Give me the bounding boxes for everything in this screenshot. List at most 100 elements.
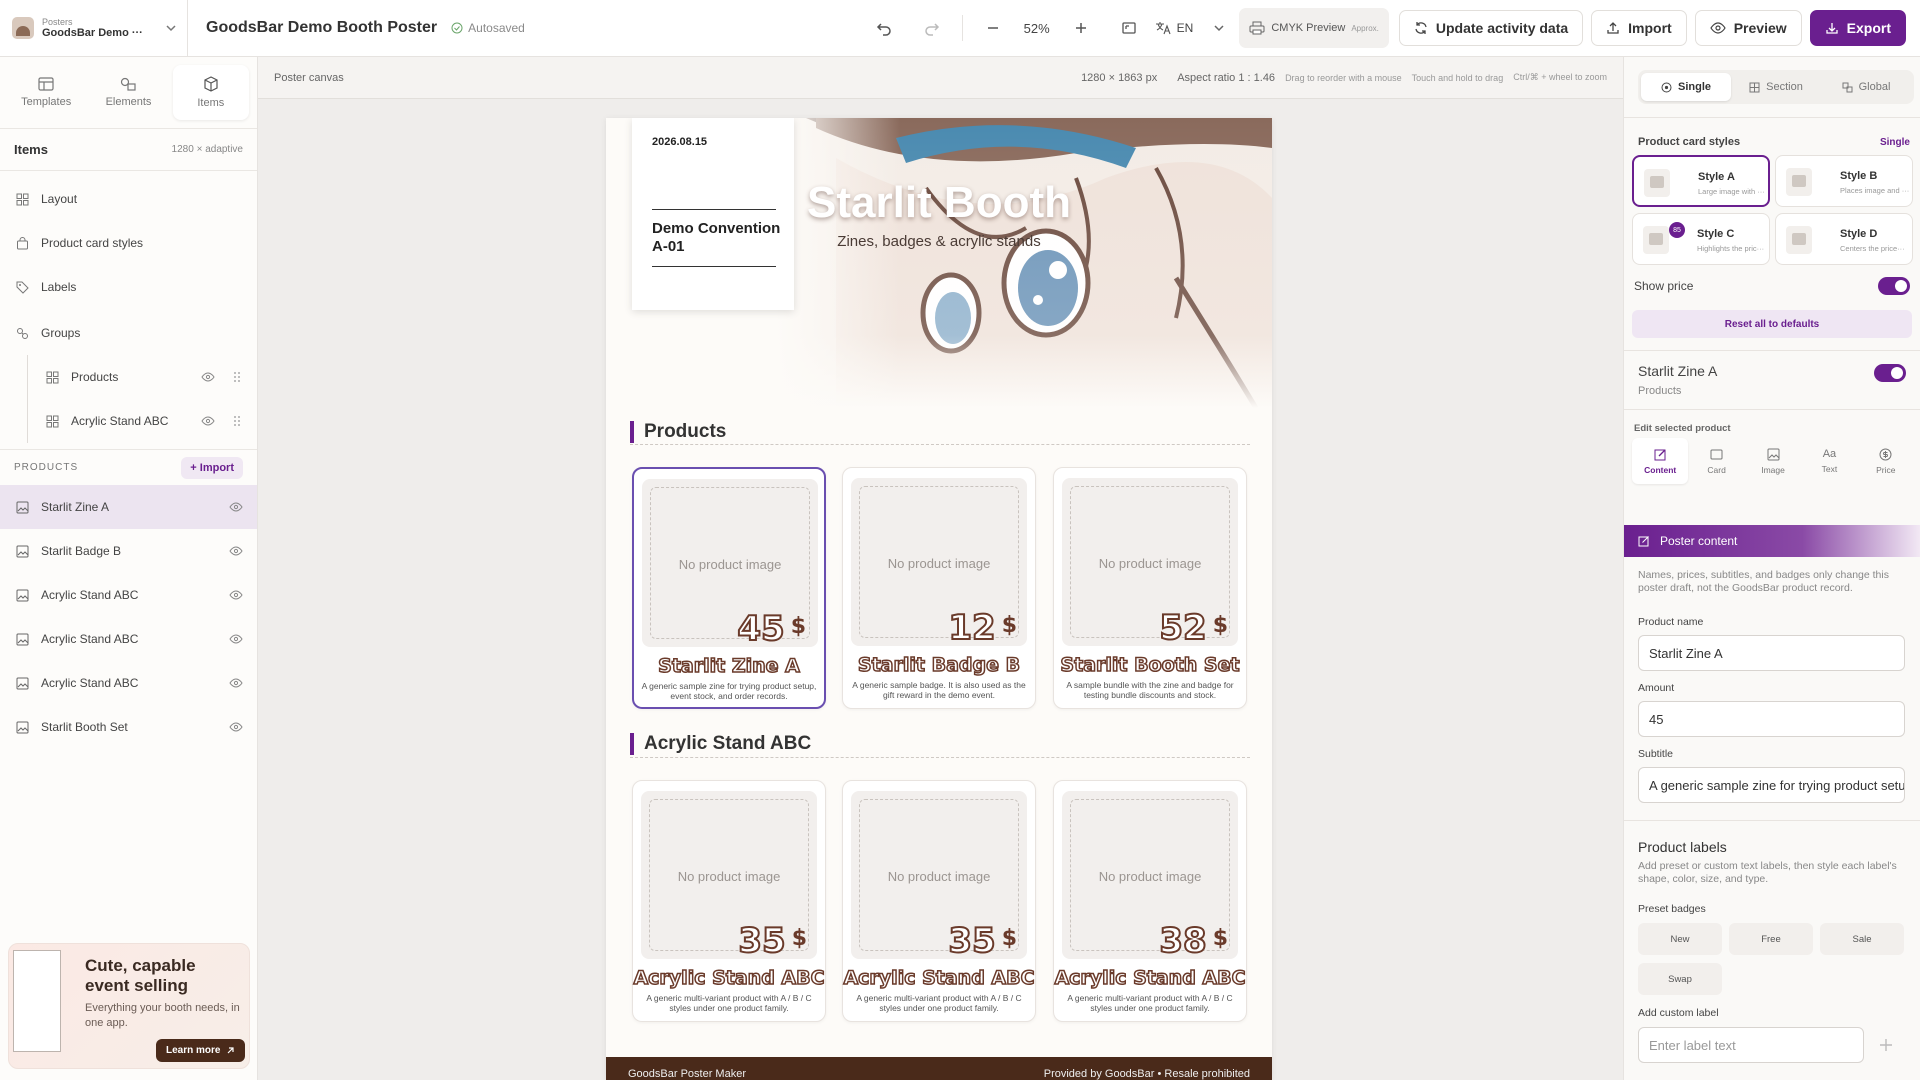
amount-input[interactable]: 45	[1638, 701, 1905, 737]
tab-elements[interactable]: Elements	[90, 65, 166, 120]
eye-icon[interactable]	[229, 678, 243, 688]
price-currency: $	[790, 614, 806, 639]
reset-defaults-button[interactable]: Reset all to defaults	[1632, 310, 1912, 338]
right-properties-panel: Single Section Global Product card style…	[1623, 57, 1920, 1080]
eye-icon[interactable]	[229, 590, 243, 600]
eye-icon[interactable]	[229, 502, 243, 512]
preset-badge-swap[interactable]: Swap	[1638, 963, 1722, 995]
zoom-in-icon[interactable]	[1063, 10, 1099, 46]
left-sidebar: Templates Elements Items Items 1280 × ad…	[0, 57, 258, 1080]
redo-icon[interactable]	[914, 10, 950, 46]
product-row[interactable]: Acrylic Stand ABC	[0, 617, 257, 661]
poster[interactable]: Starlit Booth Zines, badges & acrylic st…	[606, 118, 1272, 1080]
product-row[interactable]: Acrylic Stand ABC	[0, 573, 257, 617]
eye-icon[interactable]	[229, 546, 243, 556]
price-currency: $	[1212, 926, 1228, 951]
product-row[interactable]: Starlit Booth Set	[0, 705, 257, 749]
tab-items[interactable]: Items	[172, 65, 249, 120]
product-row[interactable]: Starlit Zine A	[0, 485, 257, 529]
tab-templates[interactable]: Templates	[8, 65, 84, 120]
eye-icon[interactable]	[201, 416, 215, 426]
update-activity-button[interactable]: Update activity data	[1398, 10, 1584, 46]
price-currency: $	[1001, 926, 1017, 951]
product-row-label: Starlit Booth Set	[41, 720, 128, 734]
scope-label: Single	[1677, 81, 1711, 93]
product-name: Starlit Zine A	[657, 654, 800, 678]
scope-global[interactable]: Global	[1821, 73, 1911, 101]
product-description: A generic multi-variant product with A /…	[646, 993, 812, 1013]
eye-icon[interactable]	[229, 634, 243, 644]
tab-content[interactable]: Content	[1632, 438, 1689, 484]
selected-product-name: Starlit Zine A	[1638, 363, 1718, 379]
style-desc: Centers the price···	[1840, 244, 1905, 253]
sidebar-item-label: Product card styles	[41, 236, 144, 250]
product-row[interactable]: Starlit Badge B	[0, 529, 257, 573]
tab-image[interactable]: Image	[1745, 438, 1801, 484]
style-option-a[interactable]: Style A Large image with ···	[1632, 155, 1770, 207]
left-tabs: Templates Elements Items	[0, 57, 257, 129]
preset-badge-sale[interactable]: Sale	[1820, 923, 1904, 955]
subtitle-input[interactable]: A generic sample zine for trying product…	[1638, 767, 1905, 803]
export-button[interactable]: Export	[1809, 10, 1906, 46]
edit-selected-label: Edit selected product	[1634, 423, 1731, 434]
show-price-toggle[interactable]	[1878, 277, 1910, 295]
section-title[interactable]: Acrylic Stand ABC	[630, 733, 811, 755]
canvas-header: Poster canvas 1280 × 1863 px Aspect rati…	[258, 57, 1623, 99]
zoom-out-icon[interactable]	[975, 10, 1011, 46]
tab-text[interactable]: Aa Text	[1801, 438, 1857, 484]
event-info-card[interactable]: 2026.08.15 Demo Convention A-01	[632, 118, 794, 310]
product-row-label: Starlit Badge B	[41, 544, 122, 558]
zoom-level[interactable]: 52%	[1011, 21, 1063, 36]
product-card[interactable]: No product image 35 $ Acrylic Stand ABC A…	[842, 780, 1036, 1022]
product-card[interactable]: No product image 45 $ Starlit Zine A A ge…	[632, 467, 826, 709]
product-card[interactable]: No product image 38 $ Acrylic Stand ABC A…	[1053, 780, 1247, 1022]
group-item-acrylic[interactable]: Acrylic Stand ABC	[0, 399, 257, 443]
product-description: A generic sample zine for trying product…	[641, 681, 817, 701]
language-selector[interactable]: EN	[1155, 21, 1226, 35]
preset-badge-new[interactable]: New	[1638, 923, 1722, 955]
drag-handle-icon[interactable]	[233, 371, 241, 383]
sidebar-item-groups[interactable]: Groups	[0, 311, 257, 355]
top-toolbar: Posters GoodsBar Demo ··· GoodsBar Demo …	[0, 0, 1920, 57]
product-description: A generic multi-variant product with A /…	[1067, 993, 1233, 1013]
sidebar-item-layout[interactable]: Layout	[0, 177, 257, 221]
scope-single[interactable]: Single	[1641, 73, 1731, 101]
product-name-input[interactable]: Starlit Zine A	[1638, 635, 1905, 671]
scope-section[interactable]: Section	[1731, 73, 1821, 101]
add-label-icon[interactable]	[1878, 1037, 1894, 1053]
style-option-c[interactable]: 85 Style C Highlights the pric···	[1632, 213, 1770, 265]
import-button[interactable]: Import	[1591, 10, 1687, 46]
product-row[interactable]: Acrylic Stand ABC	[0, 661, 257, 705]
product-card[interactable]: No product image 12 $ Starlit Badge B A g…	[842, 467, 1036, 709]
learn-more-button[interactable]: Learn more	[156, 1039, 246, 1062]
fit-screen-icon[interactable]	[1111, 10, 1147, 46]
style-option-d[interactable]: Style D Centers the price···	[1775, 213, 1913, 265]
project-switcher[interactable]: Posters GoodsBar Demo ···	[0, 0, 188, 57]
product-card[interactable]: No product image 35 $ Acrylic Stand ABC A…	[632, 780, 826, 1022]
import-products-button[interactable]: + Import	[181, 456, 243, 479]
section-title[interactable]: Products	[630, 421, 726, 443]
undo-icon[interactable]	[866, 10, 902, 46]
sidebar-item-labels[interactable]: Labels	[0, 265, 257, 309]
tab-card[interactable]: Card	[1688, 438, 1744, 484]
section-divider	[630, 757, 1250, 758]
eye-icon[interactable]	[229, 722, 243, 732]
eye-icon[interactable]	[201, 372, 215, 382]
sidebar-item-label: Layout	[41, 192, 78, 206]
preview-button[interactable]: Preview	[1694, 10, 1802, 46]
sidebar-item-label: Groups	[41, 326, 81, 340]
items-size: 1280 × adaptive	[171, 144, 243, 155]
sidebar-item-card-styles[interactable]: Product card styles	[0, 221, 257, 265]
group-item-products[interactable]: Products	[0, 355, 257, 399]
cmyk-preview-toggle[interactable]: CMYK Preview Approx.	[1239, 8, 1389, 48]
document-title[interactable]: GoodsBar Demo Booth Poster	[206, 19, 437, 37]
product-visibility-toggle[interactable]	[1874, 364, 1906, 382]
custom-label-input[interactable]: Enter label text	[1638, 1027, 1864, 1063]
style-option-b[interactable]: Style B Places image and ···	[1775, 155, 1913, 207]
product-card[interactable]: No product image 52 $ Starlit Booth Set A…	[1053, 467, 1247, 709]
drag-handle-icon[interactable]	[233, 415, 241, 427]
preset-badge-free[interactable]: Free	[1729, 923, 1813, 955]
image-icon	[16, 501, 29, 514]
tab-price[interactable]: Price	[1858, 438, 1914, 484]
promo-image	[13, 950, 61, 1052]
